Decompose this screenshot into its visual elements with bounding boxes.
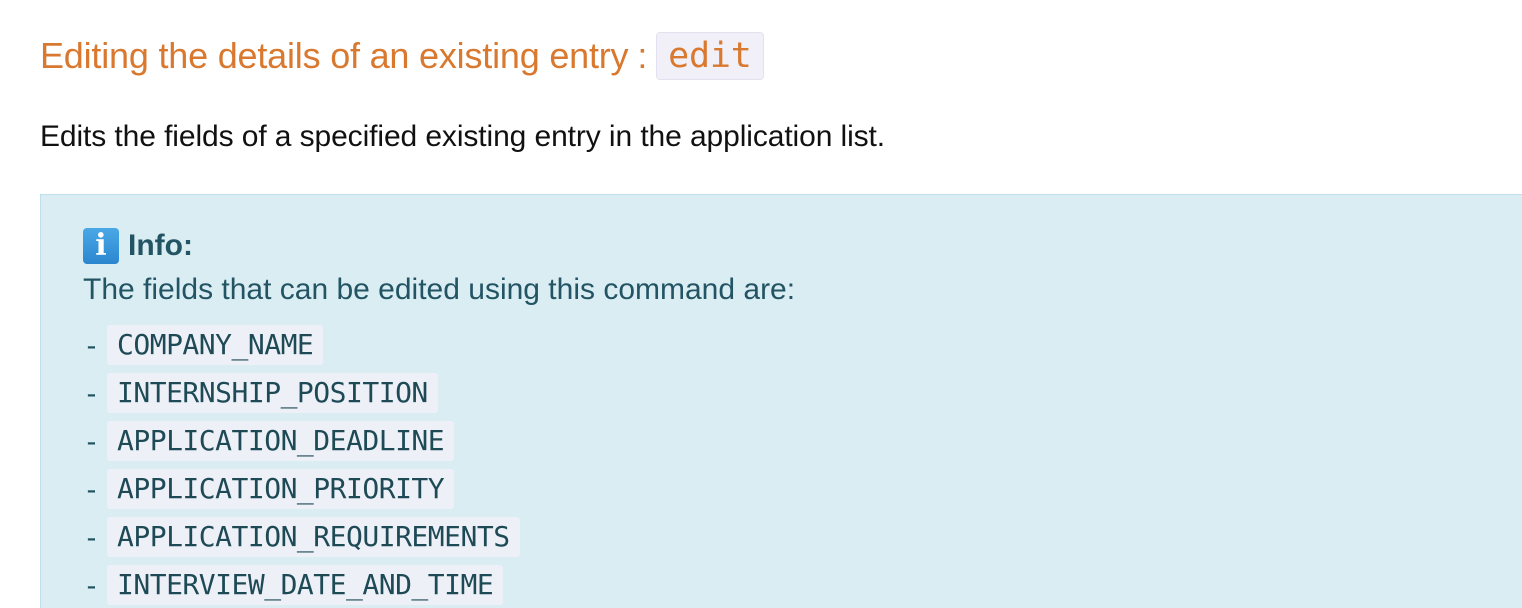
field-code: COMPANY_NAME bbox=[107, 325, 324, 365]
bullet-dash: - bbox=[83, 568, 100, 602]
callout-title: i Info: bbox=[83, 227, 193, 265]
document-page: Editing the details of an existing entry… bbox=[0, 0, 1522, 608]
heading-text: Editing the details of an existing entry bbox=[40, 35, 629, 76]
bullet-dash: - bbox=[83, 520, 100, 554]
bullet-dash: - bbox=[83, 328, 100, 362]
command-description: Edits the fields of a specified existing… bbox=[40, 120, 886, 153]
field-code: APPLICATION_REQUIREMENTS bbox=[107, 517, 520, 557]
list-item: - INTERNSHIP_POSITION bbox=[83, 369, 520, 417]
bullet-dash: - bbox=[83, 424, 100, 458]
list-item: - INTERVIEW_DATE_AND_TIME bbox=[83, 561, 520, 608]
editable-field-list: - COMPANY_NAME - INTERNSHIP_POSITION - A… bbox=[83, 321, 520, 608]
command-code: edit bbox=[656, 31, 764, 81]
info-icon: i bbox=[83, 228, 119, 264]
field-code: APPLICATION_PRIORITY bbox=[107, 469, 455, 509]
field-code: INTERVIEW_DATE_AND_TIME bbox=[107, 565, 504, 605]
info-callout: i Info: The fields that can be edited us… bbox=[40, 194, 1522, 608]
list-item: - APPLICATION_REQUIREMENTS bbox=[83, 513, 520, 561]
field-code: APPLICATION_DEADLINE bbox=[107, 421, 455, 461]
callout-title-label: Info: bbox=[128, 229, 193, 262]
list-item: - APPLICATION_DEADLINE bbox=[83, 417, 520, 465]
section-heading: Editing the details of an existing entry… bbox=[40, 30, 764, 82]
bullet-dash: - bbox=[83, 472, 100, 506]
list-item: - COMPANY_NAME bbox=[83, 321, 520, 369]
list-item: - APPLICATION_PRIORITY bbox=[83, 465, 520, 513]
field-code: INTERNSHIP_POSITION bbox=[107, 373, 438, 413]
callout-text: The fields that can be edited using this… bbox=[83, 273, 796, 306]
bullet-dash: - bbox=[83, 376, 100, 410]
heading-separator: : bbox=[637, 35, 648, 76]
